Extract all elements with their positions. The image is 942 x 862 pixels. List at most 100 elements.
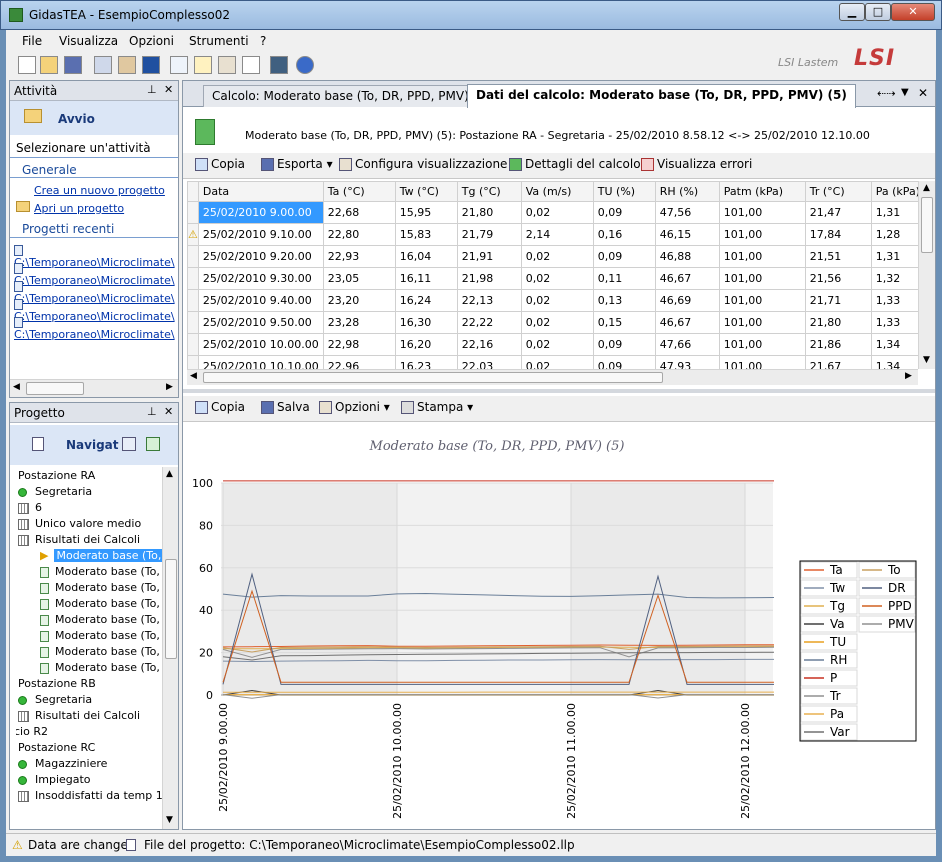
table-cell[interactable]: 25/02/2010 9.00.00 xyxy=(197,201,324,224)
table-cell[interactable]: 46,69 xyxy=(654,289,720,312)
table-cell[interactable]: 47,66 xyxy=(654,333,720,356)
table-cell[interactable]: 16,11 xyxy=(394,267,458,290)
project-vertical-scrollbar[interactable]: ▲ ▼ xyxy=(162,467,178,829)
table-cell[interactable]: 1,33 xyxy=(870,289,918,312)
table-cell[interactable]: 1,33 xyxy=(870,311,918,334)
copy-data-button[interactable]: Copia xyxy=(195,157,245,171)
table-cell[interactable]: 22,13 xyxy=(456,289,522,312)
column-header[interactable]: Patm (kPa) xyxy=(718,181,806,202)
table-cell[interactable]: 16,04 xyxy=(394,245,458,268)
tree-node-calculation[interactable]: Moderato base (To, I xyxy=(40,629,162,642)
table-cell[interactable]: 101,00 xyxy=(718,333,806,356)
table-row[interactable]: 25/02/2010 10.10.00 22,96 16,23 22,03 0,02 0,… xyxy=(187,355,918,369)
table-cell[interactable]: 25/02/2010 10.00.00 xyxy=(197,333,324,356)
print-button[interactable]: Stampa ▾ xyxy=(401,400,473,414)
table-cell[interactable]: 21,86 xyxy=(804,333,872,356)
table-cell[interactable]: 16,23 xyxy=(394,355,458,369)
table-cell[interactable]: 101,00 xyxy=(718,289,806,312)
table-row[interactable]: 25/02/2010 9.00.00 22,68 15,95 21,80 0,02 0,0… xyxy=(187,201,918,224)
table-cell[interactable]: 25/02/2010 9.50.00 xyxy=(197,311,324,334)
tab-list-icon[interactable]: ▼ xyxy=(901,87,909,98)
tree-node-calculation[interactable]: Moderato base (To, I xyxy=(40,661,162,674)
open-project-link[interactable]: Apri un progetto xyxy=(34,202,124,215)
calculator-icon[interactable] xyxy=(270,56,288,74)
table-cell[interactable]: 21,51 xyxy=(804,245,872,268)
table-row[interactable]: 25/02/2010 9.30.00 23,05 16,11 21,98 0,02 0,1… xyxy=(187,267,918,290)
table-cell[interactable]: 21,67 xyxy=(804,355,872,369)
scroll-thumb[interactable] xyxy=(165,559,177,659)
tree-node-person[interactable]: Segretaria xyxy=(18,485,92,498)
table-cell[interactable]: 0,02 xyxy=(520,201,594,224)
tree-node-grid[interactable]: Unico valore medio xyxy=(18,517,141,530)
grid-vertical-scrollbar[interactable]: ▲ ▼ xyxy=(918,181,935,369)
scroll-thumb[interactable] xyxy=(921,197,933,253)
tree-node-station[interactable]: Postazione RB xyxy=(18,677,96,690)
table-row[interactable]: 25/02/2010 9.20.00 22,93 16,04 21,91 0,02 0,0… xyxy=(187,245,918,268)
table-cell[interactable]: 0,09 xyxy=(592,201,656,224)
table-row[interactable]: 25/02/2010 9.40.00 23,20 16,24 22,13 0,02 0,1… xyxy=(187,289,918,312)
column-header[interactable]: TU (%) xyxy=(592,181,656,202)
table-cell[interactable]: 0,02 xyxy=(520,355,594,369)
tree-node-calculation[interactable]: Moderato base (To, I xyxy=(40,613,162,626)
table-cell[interactable]: 15,83 xyxy=(394,223,458,246)
table-row[interactable]: 25/02/2010 10.00.00 22,98 16,20 22,16 0,02 0,… xyxy=(187,333,918,356)
tab-calculation[interactable]: Calcolo: Moderato base (To, DR, PPD, PMV… xyxy=(203,85,499,107)
table-cell[interactable]: 0,11 xyxy=(592,267,656,290)
column-header[interactable]: Data xyxy=(197,181,324,202)
table-cell[interactable]: 47,93 xyxy=(654,355,720,369)
table-cell[interactable]: 1,34 xyxy=(870,333,918,356)
tab-scroll-icon[interactable]: ⇠⇢ xyxy=(877,87,895,100)
close-button[interactable]: ✕ xyxy=(891,3,935,21)
menu-help[interactable]: ? xyxy=(260,34,266,48)
column-header[interactable]: Tr (°C) xyxy=(804,181,872,202)
tree-node-results[interactable]: Risultati dei Calcoli xyxy=(18,709,140,722)
table-cell[interactable]: 22,80 xyxy=(322,223,396,246)
create-project-link[interactable]: Crea un nuovo progetto xyxy=(34,184,165,197)
device-icon[interactable] xyxy=(142,56,160,74)
table-cell[interactable]: 25/02/2010 10.10.00 xyxy=(197,355,324,369)
show-errors-button[interactable]: Visualizza errori xyxy=(641,157,752,171)
column-header[interactable]: Ta (°C) xyxy=(322,181,396,202)
pin-icon[interactable]: ⊥ xyxy=(147,83,157,96)
refresh-icon[interactable] xyxy=(146,437,160,451)
menu-file[interactable]: File xyxy=(22,34,42,48)
table-cell[interactable]: 2,14 xyxy=(520,223,594,246)
column-header[interactable]: Va (m/s) xyxy=(520,181,594,202)
close-icon[interactable]: ✕ xyxy=(164,83,173,96)
save-chart-button[interactable]: Salva xyxy=(261,400,310,414)
menu-strumenti[interactable]: Strumenti xyxy=(189,34,249,48)
table-cell[interactable]: 46,15 xyxy=(654,223,720,246)
connect-icon[interactable] xyxy=(94,56,112,74)
table-cell[interactable]: 0,15 xyxy=(592,311,656,334)
tree-node-station[interactable]: Postazione RC xyxy=(18,741,95,754)
table-row[interactable]: 25/02/2010 9.50.00 23,28 16,30 22,22 0,02 0,1… xyxy=(187,311,918,334)
table-cell[interactable]: 22,93 xyxy=(322,245,396,268)
maximize-button[interactable]: □ xyxy=(865,3,891,21)
table-cell[interactable]: 21,98 xyxy=(456,267,522,290)
table-cell[interactable]: 1,34 xyxy=(870,355,918,369)
close-icon[interactable]: ✕ xyxy=(164,405,173,418)
table-cell[interactable]: 25/02/2010 9.20.00 xyxy=(197,245,324,268)
table-cell[interactable]: 22,96 xyxy=(322,355,396,369)
table-cell[interactable]: 16,20 xyxy=(394,333,458,356)
table-cell[interactable]: 101,00 xyxy=(718,355,806,369)
table-cell[interactable]: 101,00 xyxy=(718,245,806,268)
activity-horizontal-scrollbar[interactable]: ◀ ▶ xyxy=(10,379,178,397)
table-cell[interactable]: 22,03 xyxy=(456,355,522,369)
tab-calculation-data[interactable]: Dati del calcolo: Moderato base (To, DR,… xyxy=(467,84,856,108)
table-cell[interactable]: 47,56 xyxy=(654,201,720,224)
column-header[interactable]: RH (%) xyxy=(654,181,720,202)
table-cell[interactable]: 22,22 xyxy=(456,311,522,334)
export-button[interactable]: Esporta ▾ xyxy=(261,157,333,171)
table-cell[interactable]: 23,05 xyxy=(322,267,396,290)
report-icon[interactable] xyxy=(194,56,212,74)
save-icon[interactable] xyxy=(64,56,82,74)
table-cell[interactable]: 1,28 xyxy=(870,223,918,246)
table-cell[interactable]: 21,80 xyxy=(804,311,872,334)
table-cell[interactable]: 0,09 xyxy=(592,355,656,369)
column-header[interactable]: Tw (°C) xyxy=(394,181,458,202)
column-header[interactable]: Pa (kPa) xyxy=(870,181,918,202)
table-cell[interactable]: 16,24 xyxy=(394,289,458,312)
table-cell[interactable]: 0,02 xyxy=(520,333,594,356)
configure-view-button[interactable]: Configura visualizzazione xyxy=(339,157,507,171)
